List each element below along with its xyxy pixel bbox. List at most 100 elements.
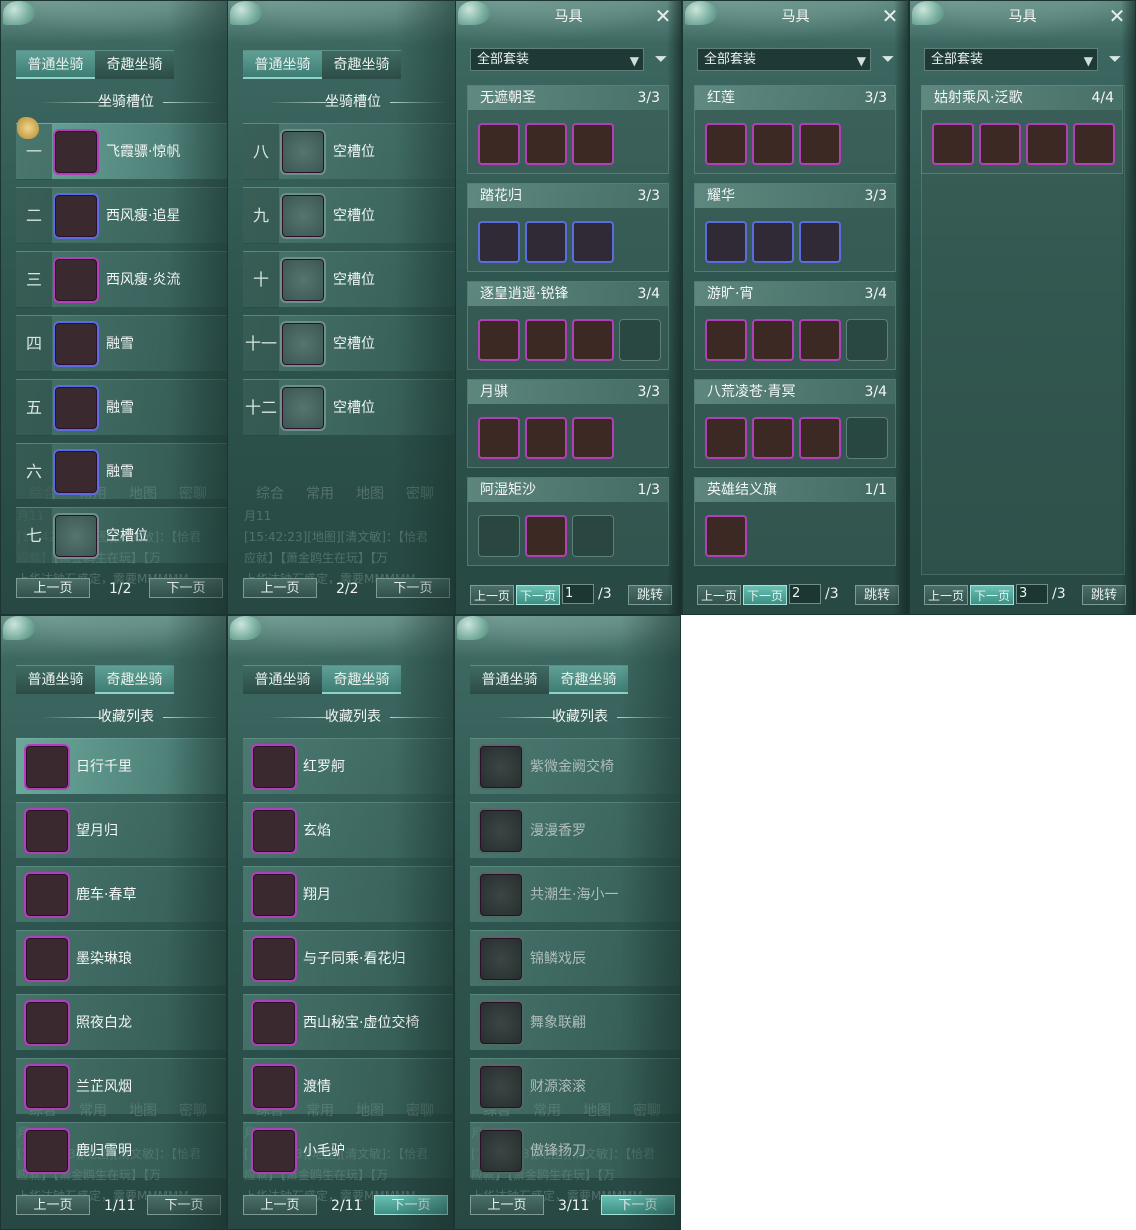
prev-page-button[interactable]: 上一页	[16, 578, 90, 598]
red-boat-icon	[251, 744, 297, 790]
dropdown-value: 全部套装	[704, 52, 757, 67]
set-filter-dropdown[interactable]: 全部套装 ▼	[697, 48, 871, 71]
next-page-button[interactable]: 下一页	[516, 585, 560, 605]
section-title: 收藏列表	[552, 709, 608, 725]
mount-slot-panel: 综合常用地图密聊月11[15:42:23][地图][清文敏]：【恰君应就】【萧金…	[0, 0, 229, 615]
panel-edge-shade	[166, 616, 226, 1229]
slot-number: 四	[16, 316, 52, 372]
bamboo-raft-icon	[251, 1064, 297, 1110]
saddle-gear-icon[interactable]	[572, 221, 614, 263]
saddle-gear-icon[interactable]	[932, 123, 974, 165]
gear-set-card[interactable]: 阿湿矩沙 1/3	[467, 477, 669, 566]
jump-button[interactable]: 跳转	[1082, 585, 1126, 605]
gear-set-card[interactable]: 逐皇逍遥·锐锋 3/4	[467, 281, 669, 370]
mount-category-tabs: 普通坐骑 奇趣坐骑	[16, 665, 174, 694]
saddle-gear-icon[interactable]	[799, 417, 841, 459]
empty-slot-icon	[280, 193, 326, 239]
tab-normal-mounts[interactable]: 普通坐骑	[16, 51, 95, 79]
gear-set-count: 1/3	[637, 482, 660, 498]
saddle-gear-icon[interactable]	[752, 123, 794, 165]
saddle-gear-icon[interactable]	[478, 319, 520, 361]
tab-fun-mounts[interactable]: 奇趣坐骑	[549, 666, 628, 694]
tab-fun-mounts[interactable]: 奇趣坐骑	[95, 666, 174, 694]
saddle-gear-icon[interactable]	[572, 123, 614, 165]
gear-set-card[interactable]: 八荒凌苍·青冥 3/4	[694, 379, 896, 468]
saddle-gear-icon[interactable]	[752, 221, 794, 263]
page-number-input[interactable]: 3	[1016, 584, 1048, 604]
prev-page-button[interactable]: 上一页	[16, 1195, 90, 1215]
mount-category-tabs: 普通坐骑 奇趣坐骑	[243, 665, 401, 694]
saddle-gear-icon[interactable]	[572, 417, 614, 459]
saddle-gear-icon[interactable]	[1073, 123, 1115, 165]
lady-portrait-icon	[251, 1000, 297, 1046]
page-number-input[interactable]: 2	[789, 584, 821, 604]
saddle-gear-icon[interactable]	[478, 123, 520, 165]
saddle-gear-icon[interactable]	[1026, 123, 1068, 165]
saddle-gear-icon[interactable]	[705, 417, 747, 459]
riding-indicator-icon	[17, 117, 39, 139]
set-filter-dropdown[interactable]: 全部套装 ▼	[924, 48, 1098, 71]
saddle-gear-icon[interactable]	[525, 515, 567, 557]
prev-page-button[interactable]: 上一页	[470, 1195, 544, 1215]
saddle-gear-icon[interactable]	[799, 123, 841, 165]
gear-set-count: 3/4	[864, 286, 887, 302]
tab-fun-mounts[interactable]: 奇趣坐骑	[322, 666, 401, 694]
gear-set-card[interactable]: 红莲 3/3	[694, 85, 896, 174]
mount-name: 融雪	[106, 336, 134, 352]
saddle-gear-icon[interactable]	[799, 221, 841, 263]
prev-page-button[interactable]: 上一页	[924, 585, 968, 605]
page-number-input[interactable]: 1	[562, 584, 594, 604]
next-page-button[interactable]: 下一页	[743, 585, 787, 605]
saddle-gear-icon[interactable]	[478, 221, 520, 263]
prev-page-button[interactable]: 上一页	[243, 1195, 317, 1215]
jump-button[interactable]: 跳转	[855, 585, 899, 605]
tab-normal-mounts[interactable]: 普通坐骑	[16, 666, 95, 694]
saddle-gear-icon[interactable]	[525, 123, 567, 165]
set-filter-dropdown[interactable]: 全部套装 ▼	[470, 48, 644, 71]
tab-normal-mounts[interactable]: 普通坐骑	[470, 666, 549, 694]
section-title: 收藏列表	[98, 709, 154, 725]
panel-edge-shade	[894, 1, 908, 614]
saddle-gear-icon[interactable]	[572, 319, 614, 361]
crane-icon	[24, 808, 70, 854]
reindeer-icon	[24, 1128, 70, 1174]
panel-edge-shade	[168, 1, 228, 614]
saddle-gear-icon[interactable]	[799, 319, 841, 361]
empty-slot-icon	[280, 257, 326, 303]
gear-set-card[interactable]: 耀华 3/3	[694, 183, 896, 272]
gear-set-card[interactable]: 游旷·宵 3/4	[694, 281, 896, 370]
saddle-gear-icon[interactable]	[752, 319, 794, 361]
dark-beast-icon	[251, 808, 297, 854]
prev-page-button[interactable]: 上一页	[243, 578, 317, 598]
slot-number: 十	[243, 252, 279, 308]
tab-fun-mounts[interactable]: 奇趣坐骑	[322, 51, 401, 79]
saddle-gear-icon[interactable]	[705, 123, 747, 165]
saddle-gear-icon[interactable]	[478, 417, 520, 459]
saddle-gear-icon[interactable]	[525, 417, 567, 459]
saddle-gear-icon[interactable]	[525, 319, 567, 361]
gear-set-count: 1/1	[864, 482, 887, 498]
next-page-button[interactable]: 下一页	[970, 585, 1014, 605]
boat-icon	[24, 1064, 70, 1110]
saddle-gear-icon[interactable]	[525, 221, 567, 263]
saddle-gear-icon[interactable]	[705, 319, 747, 361]
deer-cart-icon	[24, 872, 70, 918]
saddle-gear-icon[interactable]	[979, 123, 1021, 165]
tab-normal-mounts[interactable]: 普通坐骑	[243, 666, 322, 694]
saddle-gear-icon[interactable]	[705, 221, 747, 263]
saddle-gear-icon[interactable]	[752, 417, 794, 459]
gear-set-card[interactable]: 月骐 3/3	[467, 379, 669, 468]
gear-set-card[interactable]: 英雄结义旗 1/1	[694, 477, 896, 566]
empty-gear-slot	[846, 417, 888, 459]
gear-set-card[interactable]: 无遮朝圣 3/3	[467, 85, 669, 174]
gear-set-card[interactable]: 踏花归 3/3	[467, 183, 669, 272]
tab-fun-mounts[interactable]: 奇趣坐骑	[95, 51, 174, 79]
jump-button[interactable]: 跳转	[628, 585, 672, 605]
gear-set-card[interactable]: 姑射乘风·泛歌 4/4	[921, 85, 1123, 174]
prev-page-button[interactable]: 上一页	[697, 585, 741, 605]
saddle-gear-icon[interactable]	[705, 515, 747, 557]
prev-page-button[interactable]: 上一页	[470, 585, 514, 605]
mount-name: 望月归	[76, 823, 118, 839]
tab-normal-mounts[interactable]: 普通坐骑	[243, 51, 322, 79]
dropdown-value: 全部套装	[477, 52, 530, 67]
